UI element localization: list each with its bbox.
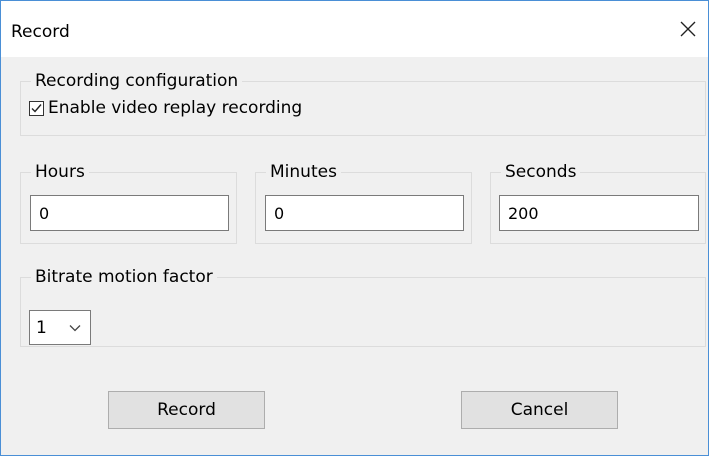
hours-label: Hours	[31, 161, 89, 183]
checkmark-icon	[31, 103, 42, 113]
enable-video-replay-recording-checkbox[interactable]: Enable video replay recording	[29, 98, 302, 118]
recording-configuration-group: Recording configuration Enable video rep…	[20, 70, 706, 136]
minutes-group: Minutes	[255, 161, 472, 244]
close-button[interactable]	[674, 15, 702, 43]
minutes-input[interactable]	[265, 195, 464, 231]
checkbox-box[interactable]	[29, 100, 44, 116]
hours-input[interactable]	[30, 195, 229, 231]
close-icon	[680, 21, 696, 37]
recording-configuration-label: Recording configuration	[31, 70, 243, 92]
chevron-down-icon	[69, 325, 81, 332]
window-title: Record	[11, 22, 70, 42]
title-bar: Record	[1, 1, 708, 57]
bitrate-selected-value: 1	[36, 317, 47, 338]
seconds-label: Seconds	[501, 161, 581, 183]
bitrate-motion-factor-select[interactable]: 1	[29, 310, 91, 345]
cancel-button[interactable]: Cancel	[461, 391, 618, 429]
bitrate-motion-factor-label: Bitrate motion factor	[31, 266, 217, 288]
minutes-label: Minutes	[266, 161, 341, 183]
seconds-group: Seconds	[490, 161, 706, 244]
record-dialog: Record Recording configuration Enable vi…	[0, 0, 709, 456]
seconds-input[interactable]	[499, 195, 699, 231]
hours-group: Hours	[20, 161, 237, 244]
enable-video-replay-recording-label: Enable video replay recording	[48, 98, 303, 118]
record-button[interactable]: Record	[108, 391, 265, 429]
bitrate-motion-factor-group: Bitrate motion factor 1	[20, 266, 706, 347]
